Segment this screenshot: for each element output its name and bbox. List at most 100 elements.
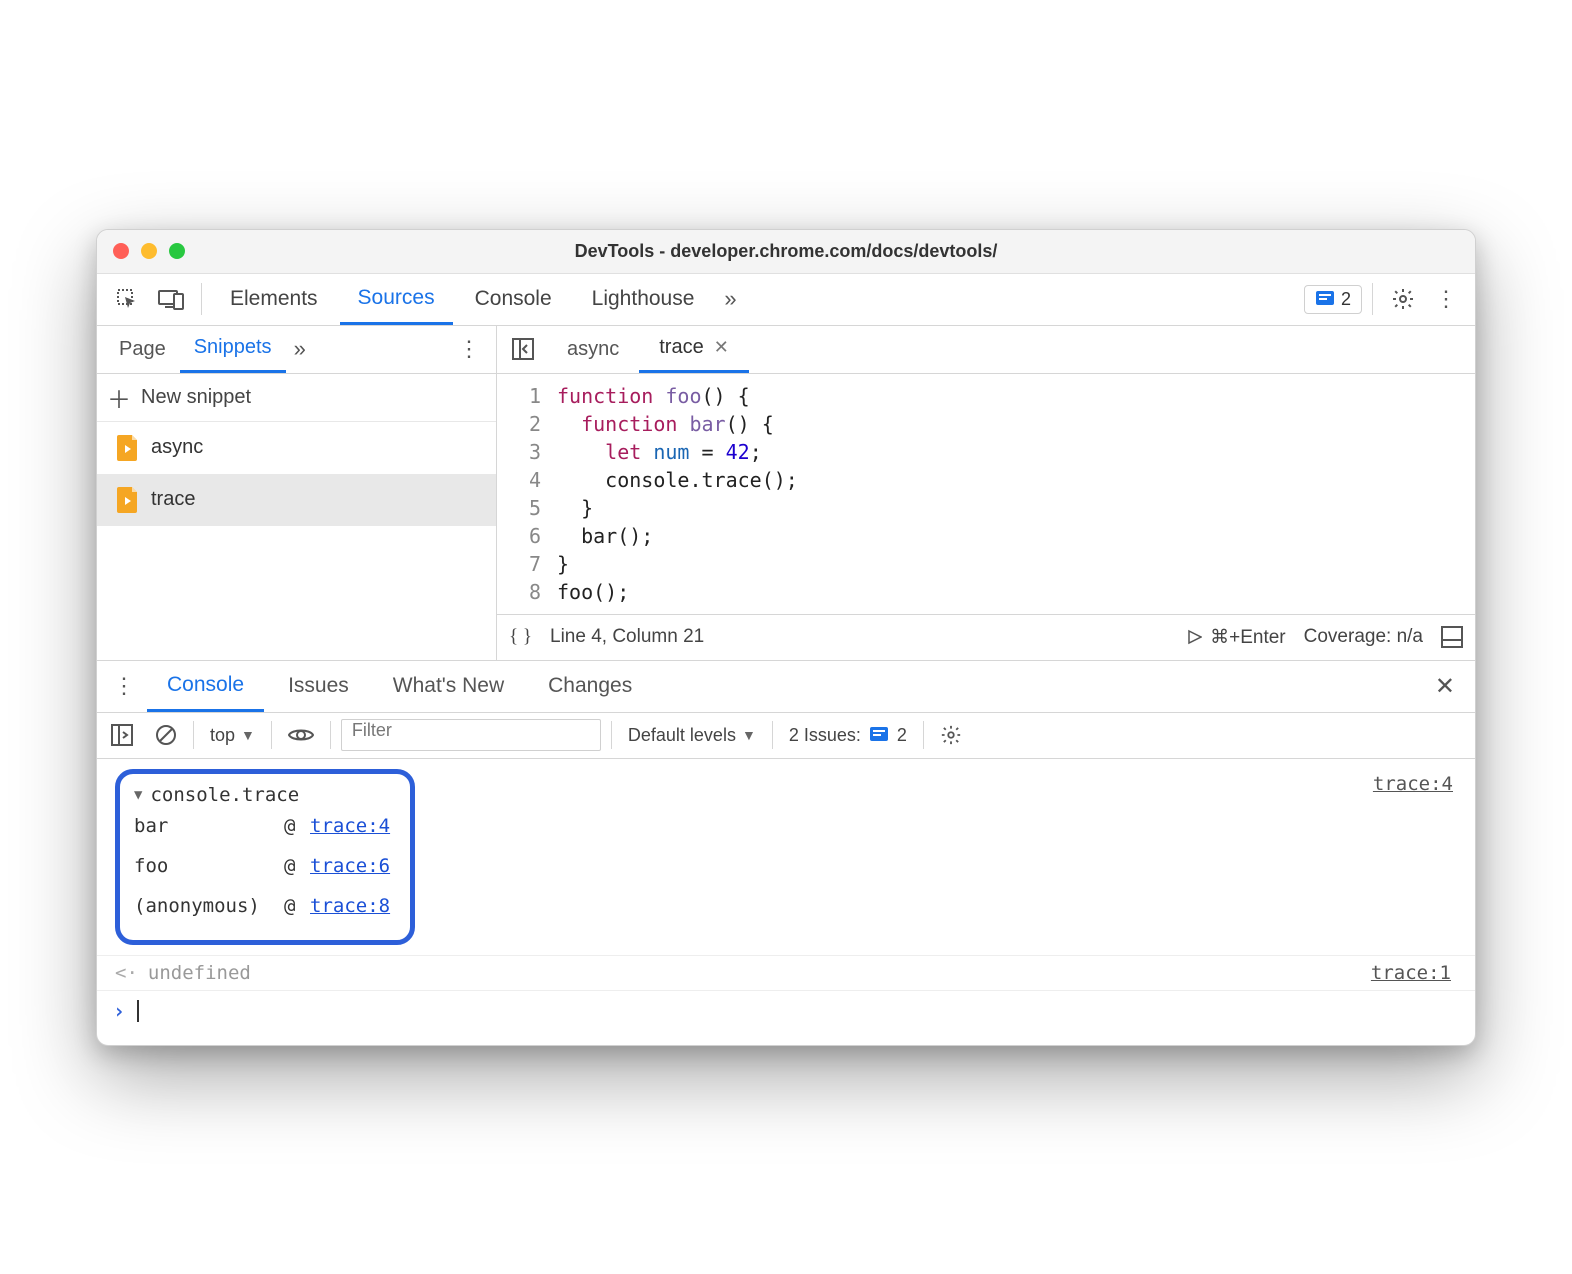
editor-tab[interactable]: async: [547, 325, 639, 373]
maximize-window-button[interactable]: [169, 243, 185, 259]
editor-tab-label: trace: [659, 336, 703, 359]
tab-lighthouse[interactable]: Lighthouse: [574, 273, 713, 325]
devtools-window: DevTools - developer.chrome.com/docs/dev…: [96, 229, 1476, 1046]
return-arrow-icon: <·: [115, 962, 138, 984]
inspect-element-icon[interactable]: [107, 279, 147, 319]
stack-frame: (anonymous)@trace:8: [134, 886, 390, 926]
drawer-tab-whatsnew[interactable]: What's New: [373, 660, 524, 712]
navigator-tab-snippets[interactable]: Snippets: [180, 325, 286, 373]
issues-summary[interactable]: 2 Issues: 2: [783, 725, 913, 746]
titlebar: DevTools - developer.chrome.com/docs/dev…: [97, 230, 1475, 274]
drawer-tab-console[interactable]: Console: [147, 660, 264, 712]
cursor-position: Line 4, Column 21: [550, 626, 704, 648]
stack-frame: bar@trace:4: [134, 806, 390, 846]
frame-source-link[interactable]: trace:8: [310, 886, 390, 926]
navigator-tabs: Page Snippets » ⋮: [97, 326, 496, 374]
code-content: function foo() { function bar() { let nu…: [557, 382, 1475, 606]
snippet-name: trace: [151, 488, 195, 511]
issues-count: 2: [897, 725, 907, 746]
new-snippet-button[interactable]: ＋ New snippet: [97, 374, 496, 422]
console-sidebar-toggle-icon[interactable]: [105, 724, 139, 746]
code-editor[interactable]: 12345678 function foo() { function bar()…: [497, 374, 1475, 614]
console-prompt[interactable]: ›: [97, 991, 1475, 1045]
navigator-tab-page[interactable]: Page: [105, 325, 180, 373]
snippet-list: async trace: [97, 422, 496, 526]
snippet-item[interactable]: trace: [97, 474, 496, 526]
snippet-file-icon: [117, 487, 139, 513]
close-drawer-icon[interactable]: ✕: [1423, 672, 1467, 701]
frame-function: foo: [134, 846, 284, 886]
toolbar-divider: [1372, 283, 1373, 315]
editor-tab-label: async: [567, 338, 619, 361]
toggle-navigator-icon[interactable]: [505, 331, 541, 367]
coverage-status: Coverage: n/a: [1304, 626, 1423, 648]
clear-console-icon[interactable]: [149, 724, 183, 746]
at-symbol: @: [284, 846, 310, 886]
run-snippet-button[interactable]: ⌘+Enter: [1186, 626, 1286, 649]
line-gutter: 12345678: [497, 382, 557, 606]
tab-console[interactable]: Console: [457, 273, 570, 325]
toggle-drawer-icon[interactable]: [1441, 626, 1463, 648]
dropdown-triangle-icon: ▼: [241, 727, 255, 743]
console-output: ▼ console.trace bar@trace:4foo@trace:6(a…: [97, 759, 1475, 1045]
frame-source-link[interactable]: trace:6: [310, 846, 390, 886]
pretty-print-icon[interactable]: { }: [509, 626, 532, 648]
drawer-tabs: ⋮ Console Issues What's New Changes ✕: [97, 661, 1475, 713]
log-levels-selector[interactable]: Default levels ▼: [622, 725, 762, 746]
expand-triangle-icon: ▼: [134, 787, 142, 803]
toolbar-divider: [201, 283, 202, 315]
undefined-value: undefined: [148, 962, 251, 984]
levels-label: Default levels: [628, 725, 736, 746]
text-cursor: [137, 1000, 139, 1022]
trace-header[interactable]: ▼ console.trace: [134, 784, 390, 806]
editor-pane: async trace ✕ 12345678 function foo() { fu…: [497, 326, 1475, 660]
more-navigator-tabs-icon[interactable]: »: [286, 336, 314, 362]
drawer-tab-changes[interactable]: Changes: [528, 660, 652, 712]
tab-elements[interactable]: Elements: [212, 273, 336, 325]
editor-tab[interactable]: trace ✕: [639, 325, 749, 373]
traffic-lights: [113, 243, 185, 259]
snippet-file-icon: [117, 435, 139, 461]
navigator-pane: Page Snippets » ⋮ ＋ New snippet async tra…: [97, 326, 497, 660]
source-link[interactable]: trace:1: [1371, 962, 1457, 984]
minimize-window-button[interactable]: [141, 243, 157, 259]
filter-input[interactable]: Filter: [341, 719, 601, 751]
stack-frame: foo@trace:6: [134, 846, 390, 886]
source-link[interactable]: trace:4: [1373, 759, 1475, 795]
prompt-caret-icon: ›: [113, 999, 125, 1023]
new-snippet-label: New snippet: [141, 386, 251, 409]
tab-sources[interactable]: Sources: [340, 273, 453, 325]
frame-function: (anonymous): [134, 886, 284, 926]
close-window-button[interactable]: [113, 243, 129, 259]
console-settings-gear-icon[interactable]: [934, 724, 968, 746]
drawer-kebab-icon[interactable]: ⋮: [105, 673, 143, 699]
snippet-name: async: [151, 436, 203, 459]
issues-badge[interactable]: 2: [1304, 285, 1362, 314]
drawer-tab-issues[interactable]: Issues: [268, 660, 369, 712]
issues-label: 2 Issues:: [789, 725, 861, 746]
close-tab-icon[interactable]: ✕: [714, 337, 729, 358]
more-tabs-icon[interactable]: »: [716, 286, 744, 312]
at-symbol: @: [284, 886, 310, 926]
context-label: top: [210, 725, 235, 746]
navigator-kebab-icon[interactable]: ⋮: [450, 336, 488, 362]
stack-trace-block: ▼ console.trace bar@trace:4foo@trace:6(a…: [115, 769, 415, 945]
trace-label: console.trace: [150, 784, 299, 806]
console-toolbar: top ▼ Filter Default levels ▼ 2 Issues: …: [97, 713, 1475, 759]
console-result-row: <· undefined trace:1: [97, 956, 1475, 991]
at-symbol: @: [284, 806, 310, 846]
dropdown-triangle-icon: ▼: [742, 727, 756, 743]
plus-icon: ＋: [107, 380, 131, 415]
editor-statusbar: { } Line 4, Column 21 ⌘+Enter Coverage: …: [497, 614, 1475, 660]
context-selector[interactable]: top ▼: [204, 725, 261, 746]
main-toolbar: Elements Sources Console Lighthouse » 2 …: [97, 274, 1475, 326]
sources-panel: Page Snippets » ⋮ ＋ New snippet async tra…: [97, 326, 1475, 661]
snippet-item[interactable]: async: [97, 422, 496, 474]
kebab-menu-icon[interactable]: ⋮: [1427, 286, 1465, 312]
settings-gear-icon[interactable]: [1383, 279, 1423, 319]
editor-tabs: async trace ✕: [497, 326, 1475, 374]
frame-source-link[interactable]: trace:4: [310, 806, 390, 846]
live-expression-icon[interactable]: [282, 726, 320, 744]
issues-count: 2: [1341, 289, 1351, 310]
device-toolbar-icon[interactable]: [151, 279, 191, 319]
